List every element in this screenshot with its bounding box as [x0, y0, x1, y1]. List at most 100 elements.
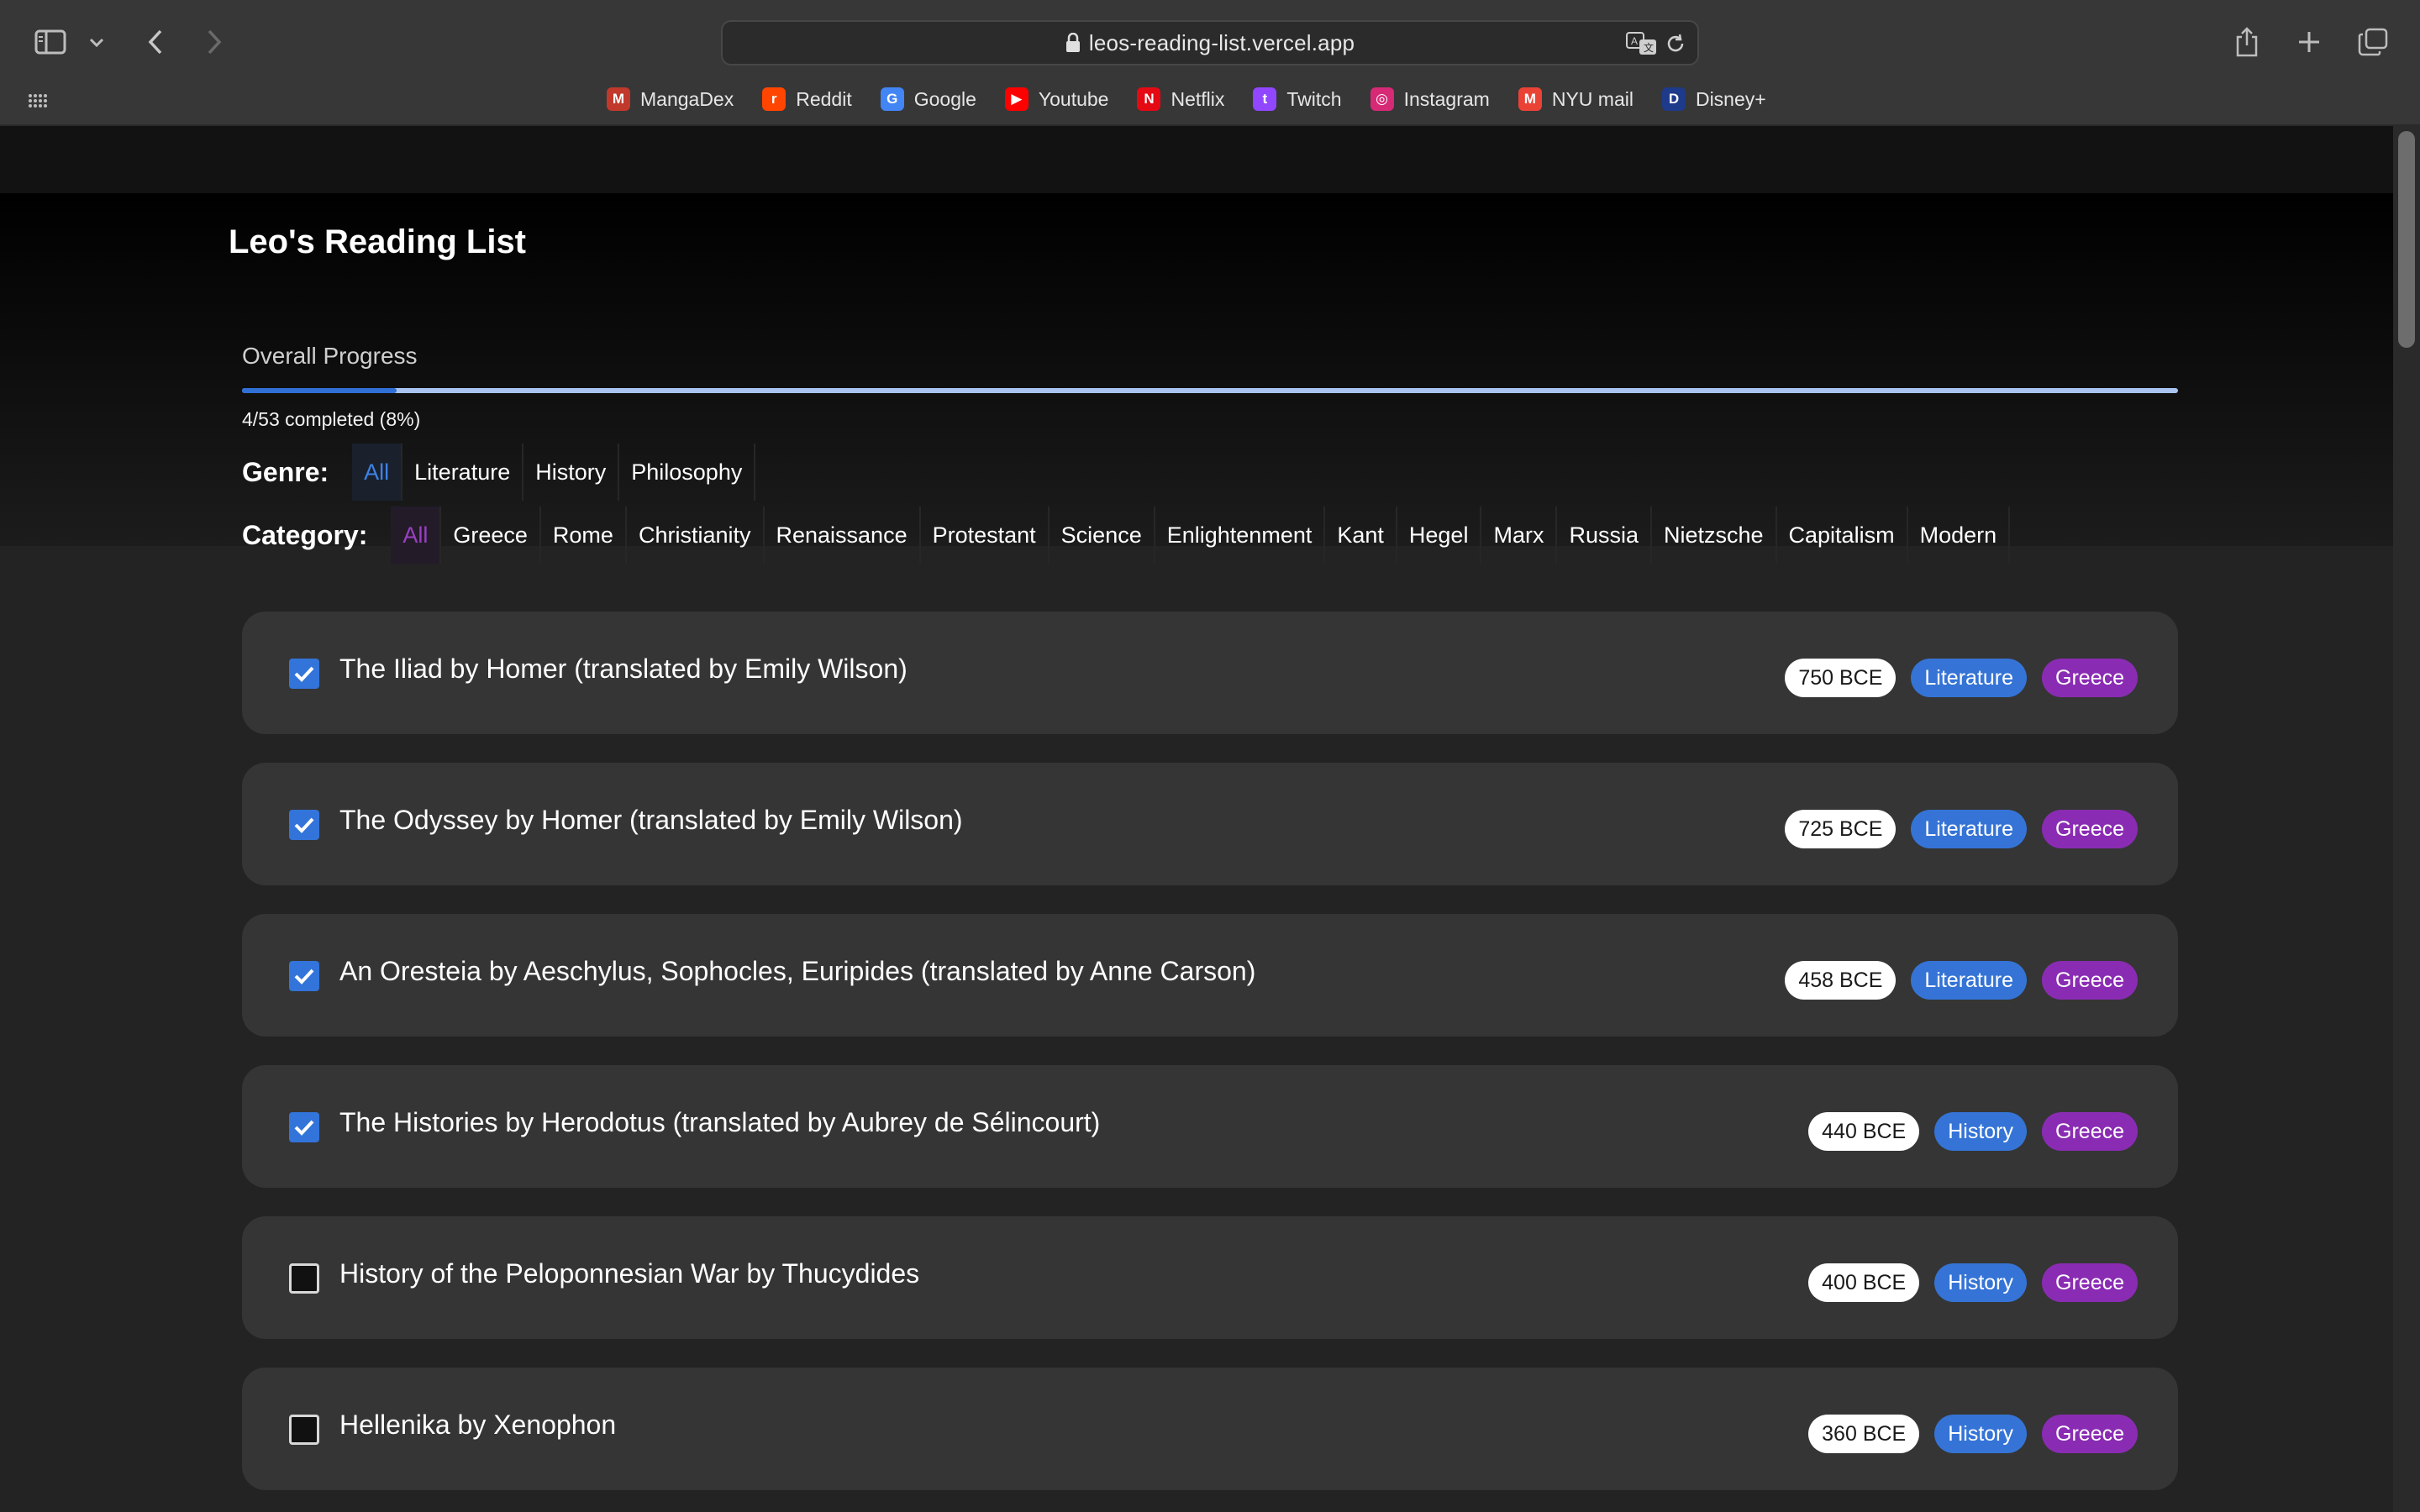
reload-icon[interactable] [1664, 32, 1687, 55]
instagram-icon: ◎ [1370, 87, 1394, 111]
genre-all[interactable]: All [352, 444, 403, 501]
category-greece[interactable]: Greece [441, 507, 541, 564]
scrollbar[interactable] [2393, 126, 2420, 1512]
bookmark-reddit[interactable]: r Reddit [762, 87, 852, 111]
year-badge: 458 BCE [1785, 961, 1897, 1000]
year-badge: 400 BCE [1808, 1263, 1920, 1302]
category-badge: Greece [2042, 659, 2138, 697]
category-russia[interactable]: Russia [1557, 507, 1652, 564]
address-bar[interactable]: leos-reading-list.vercel.app A文 [721, 20, 1699, 66]
category-badge: Greece [2042, 1112, 2138, 1151]
apps-grid-icon[interactable] [25, 91, 50, 111]
checkmark-icon [294, 969, 314, 984]
book-item[interactable]: The Iliad by Homer (translated by Emily … [242, 612, 2178, 734]
svg-text:文: 文 [1644, 41, 1654, 54]
read-checkbox[interactable] [289, 659, 319, 689]
twitch-icon: t [1253, 87, 1277, 111]
bookmark-google[interactable]: G Google [880, 87, 976, 111]
bookmark-mangadex[interactable]: M MangaDex [607, 87, 734, 111]
book-tags: 400 BCE History Greece [1808, 1263, 2138, 1302]
genre-label: Genre: [242, 456, 329, 487]
book-item[interactable]: The Odyssey by Homer (translated by Emil… [242, 763, 2178, 885]
category-label: Category: [242, 519, 368, 550]
bookmark-netflix[interactable]: N Netflix [1137, 87, 1224, 111]
book-tags: 725 BCE Literature Greece [1785, 810, 2138, 848]
book-tags: 440 BCE History Greece [1808, 1112, 2138, 1151]
scrollbar-thumb[interactable] [2398, 131, 2415, 348]
category-modern[interactable]: Modern [1908, 507, 2011, 564]
bookmark-label: Netflix [1171, 87, 1225, 110]
mangadex-icon: M [607, 87, 630, 111]
bookmark-label: MangaDex [640, 87, 734, 110]
category-nietzsche[interactable]: Nietzsche [1652, 507, 1777, 564]
reddit-icon: r [762, 87, 786, 111]
book-tags: 750 BCE Literature Greece [1785, 659, 2138, 697]
sidebar-toggle-icon[interactable] [34, 29, 67, 55]
genre-history[interactable]: History [523, 444, 620, 501]
read-checkbox[interactable] [289, 961, 319, 991]
category-protestant[interactable]: Protestant [921, 507, 1050, 564]
back-icon[interactable] [143, 27, 168, 57]
read-checkbox[interactable] [289, 810, 319, 840]
year-badge: 750 BCE [1785, 659, 1897, 697]
category-enlightenment[interactable]: Enlightenment [1155, 507, 1326, 564]
read-checkbox[interactable] [289, 1263, 319, 1294]
bookmark-disney-[interactable]: D Disney+ [1661, 87, 1766, 111]
category-filter: Category: All Greece Rome Christianity Renai… [242, 507, 2011, 564]
page-title: Leo's Reading List [229, 223, 527, 260]
book-tags: 458 BCE Literature Greece [1785, 961, 2138, 1000]
category-rome[interactable]: Rome [541, 507, 627, 564]
bookmark-nyu-mail[interactable]: M NYU mail [1518, 87, 1634, 111]
genre-badge: Literature [1911, 810, 2028, 848]
category-christianity[interactable]: Christianity [627, 507, 765, 564]
checkmark-icon [294, 1120, 314, 1136]
bookmark-label: Disney+ [1695, 87, 1766, 110]
category-kant[interactable]: Kant [1325, 507, 1397, 564]
bookmark-label: Reddit [796, 87, 852, 110]
book-item[interactable]: The Histories by Herodotus (translated b… [242, 1065, 2178, 1188]
genre-badge: Literature [1911, 961, 2028, 1000]
disney-plus-icon: D [1661, 87, 1686, 111]
translate-icon[interactable]: A文 [1625, 30, 1659, 57]
bookmark-youtube[interactable]: ▶ Youtube [1004, 87, 1108, 111]
genre-filter: Genre: All Literature History Philosophy [242, 444, 756, 501]
book-item[interactable]: An Oresteia by Aeschylus, Sophocles, Eur… [242, 914, 2178, 1037]
book-tags: 360 BCE History Greece [1808, 1415, 2138, 1453]
genre-badge: Literature [1911, 659, 2028, 697]
bookmark-twitch[interactable]: t Twitch [1253, 87, 1342, 111]
youtube-icon: ▶ [1004, 87, 1028, 111]
book-item[interactable]: History of the Peloponnesian War by Thuc… [242, 1216, 2178, 1339]
forward-icon[interactable] [202, 27, 227, 57]
year-badge: 440 BCE [1808, 1112, 1920, 1151]
book-title: History of the Peloponnesian War by Thuc… [339, 1258, 920, 1289]
share-icon[interactable] [2232, 25, 2262, 59]
bookmark-instagram[interactable]: ◎ Instagram [1370, 87, 1490, 111]
progress-label: Overall Progress [242, 343, 418, 369]
book-title: The Iliad by Homer (translated by Emily … [339, 654, 908, 684]
category-capitalism[interactable]: Capitalism [1777, 507, 1908, 564]
netflix-icon: N [1137, 87, 1161, 111]
category-science[interactable]: Science [1050, 507, 1155, 564]
checkmark-icon [294, 666, 314, 682]
page-content: Leo's Reading List Overall Progress 4/53… [0, 126, 2393, 1512]
category-badge: Greece [2042, 810, 2138, 848]
book-item[interactable]: Hellenika by Xenophon 360 BCE History Greec… [242, 1368, 2178, 1490]
read-checkbox[interactable] [289, 1415, 319, 1445]
bookmark-label: NYU mail [1551, 87, 1634, 110]
bookmarks-bar: M MangaDex r Reddit G Google ▶ Youtube N Netflix t… [607, 82, 1795, 116]
tab-overview-icon[interactable] [2356, 25, 2390, 59]
new-tab-icon[interactable] [2294, 27, 2324, 57]
lock-icon [1065, 33, 1081, 53]
category-renaissance[interactable]: Renaissance [765, 507, 921, 564]
category-marx[interactable]: Marx [1481, 507, 1558, 564]
page-top-strip [0, 126, 2393, 193]
genre-philosophy[interactable]: Philosophy [619, 444, 756, 501]
chevron-down-icon[interactable] [87, 34, 106, 52]
category-hegel[interactable]: Hegel [1397, 507, 1482, 564]
progress-bar [242, 388, 2178, 393]
category-all[interactable]: All [391, 507, 442, 564]
bookmark-label: Instagram [1403, 87, 1490, 110]
genre-badge: History [1934, 1415, 2028, 1453]
read-checkbox[interactable] [289, 1112, 319, 1142]
genre-literature[interactable]: Literature [402, 444, 524, 501]
